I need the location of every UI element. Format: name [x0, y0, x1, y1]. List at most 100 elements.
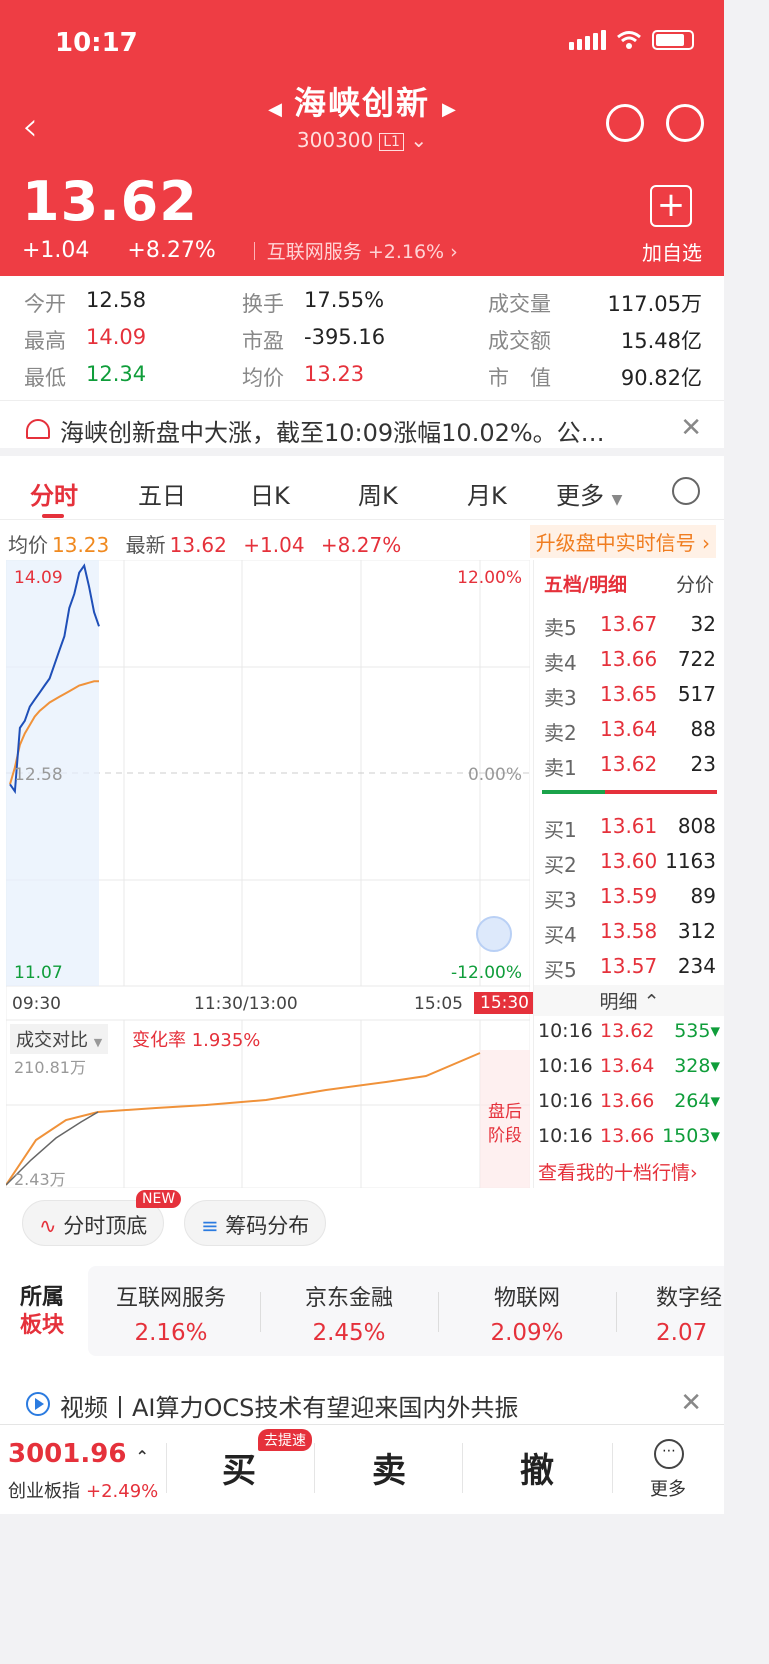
settings-gear-icon[interactable]: [672, 477, 700, 505]
video-text[interactable]: 视频丨AI算力OCS技术有望迎来国内外共振: [60, 1388, 518, 1423]
chip-distribution-button[interactable]: ≡ 筹码分布: [184, 1200, 327, 1246]
upgrade-signal-button[interactable]: 升级盘中实时信号 ›: [529, 525, 716, 558]
add-watchlist-label[interactable]: 加自选: [642, 237, 702, 266]
add-watchlist-button[interactable]: +: [650, 185, 692, 227]
my-ten-levels-link[interactable]: 查看我的十档行情›: [538, 1158, 698, 1185]
close-icon[interactable]: ✕: [680, 1388, 702, 1418]
stock-header: 10:17 ‹ ◀ 海峡创新 ▶ 300300 L1 ⌄ 13.62 +1.04 +8…: [0, 0, 724, 276]
cancel-order-button[interactable]: 撤: [520, 1443, 554, 1492]
ask-row-1: 卖1 13.62 23: [544, 752, 716, 780]
bid-ask-ratio-bar: [542, 790, 717, 794]
x-tick-after: 15:30: [474, 992, 535, 1014]
prev-stock-icon[interactable]: ◀: [268, 99, 282, 120]
trend-icon: ∿: [39, 1214, 57, 1238]
tab-five-levels[interactable]: 五档/明细: [544, 570, 627, 597]
more-label[interactable]: 更多: [650, 1475, 686, 1501]
x-tick-close: 15:05: [414, 994, 463, 1014]
chart-svg: [5, 559, 531, 1189]
tab-price-distribution[interactable]: 分价: [676, 570, 714, 597]
bell-icon: [26, 419, 50, 439]
y-high-label: 14.09: [14, 568, 63, 588]
speed-up-badge[interactable]: 去提速: [258, 1429, 312, 1451]
industry-link[interactable]: 互联网服务 +2.16% ›: [267, 237, 458, 264]
current-price: 13.62: [22, 170, 198, 233]
y-mid-label: 12.58: [14, 765, 63, 785]
next-stock-icon[interactable]: ▶: [442, 99, 456, 120]
change-rate: 变化率 1.935%: [132, 1030, 261, 1051]
chevron-up-icon: ⌃: [643, 991, 660, 1013]
bid-row-5: 买5 13.57 234: [544, 954, 716, 982]
sector-label: 所属 板块: [20, 1285, 65, 1338]
status-icons: [569, 30, 694, 50]
news-banner[interactable]: 海峡创新盘中大涨，截至10:09涨幅10.02%。公… ✕: [0, 400, 724, 456]
sector-divider: [260, 1292, 261, 1332]
chevron-down-icon: ⌄: [410, 128, 428, 152]
close-icon[interactable]: ✕: [680, 413, 702, 443]
stock-code: 300300: [296, 128, 374, 152]
bid-row-1: 买1 13.61 808: [544, 814, 716, 842]
tab-monthly-k[interactable]: 月K: [467, 476, 507, 511]
sector-item[interactable]: 数字经 2.07: [656, 1280, 724, 1346]
bottom-action-bar: 3001.96 ⌃ 创业板指 +2.49% 买 去提速 卖 撤 ⋯ 更多: [0, 1424, 724, 1514]
stat-amount: 成交额 15.48亿: [488, 329, 702, 353]
stat-open: 今开 12.58: [24, 288, 147, 316]
status-time: 10:17: [55, 28, 138, 58]
divider: [612, 1443, 613, 1493]
level-badge: L1: [379, 132, 404, 151]
stat-avg: 均价 13.23: [242, 362, 365, 390]
price-change-pct: +8.27%: [127, 238, 216, 263]
after-hours-label: 盘后阶段: [488, 1102, 522, 1146]
stats-panel[interactable]: 今开 12.58 最高 14.09 最低 12.34 换手 17.55% 市盈 -395.…: [0, 284, 724, 394]
tab-more[interactable]: 更多 ▼: [556, 476, 622, 511]
divider: [314, 1443, 315, 1493]
stat-market-cap: 市 值 90.82亿: [488, 366, 702, 390]
stock-name: 海峡创新: [293, 84, 430, 122]
battery-icon: [652, 30, 694, 50]
index-value[interactable]: 3001.96 ⌃: [8, 1439, 149, 1469]
wifi-icon: [617, 31, 641, 49]
play-icon: [26, 1392, 50, 1416]
trade-row: 10:16 13.66 264▾: [538, 1090, 720, 1112]
new-badge: NEW: [136, 1190, 182, 1208]
change-line: +1.04 +8.27% 互联网服务 +2.16% ›: [22, 237, 458, 264]
index-name: 创业板指 +2.49%: [8, 1481, 159, 1502]
ask-row-4: 卖4 13.66 722: [544, 647, 716, 675]
sector-item[interactable]: 互联网服务 2.16%: [86, 1280, 256, 1346]
tab-intraday[interactable]: 分时: [30, 476, 78, 511]
tab-five-day[interactable]: 五日: [138, 476, 186, 511]
intraday-info: 均价 13.23 最新 13.62 +1.04 +8.27%: [8, 533, 402, 557]
refresh-icon[interactable]: [606, 104, 644, 142]
bid-row-3: 买3 13.59 89: [544, 884, 716, 912]
bid-row-4: 买4 13.58 312: [544, 919, 716, 947]
volume-top-label: 210.81万: [14, 1058, 86, 1077]
stat-low: 最低 12.34: [24, 362, 147, 390]
y-low-label: 11.07: [14, 963, 63, 983]
stat-pe: 市盈 -395.16: [242, 325, 386, 353]
pct-high-label: 12.00%: [457, 568, 522, 588]
order-book: 五档/明细 分价 卖5 13.67 32 卖4 13.66 722 卖3 13.65 517…: [533, 560, 724, 1188]
tab-weekly-k[interactable]: 周K: [358, 476, 398, 511]
intraday-chart[interactable]: 14.09 12.58 11.07 12.00% 0.00% -12.00% 0…: [5, 559, 535, 1189]
sell-button[interactable]: 卖: [372, 1443, 406, 1492]
fullscreen-icon[interactable]: [476, 916, 512, 952]
ask-row-3: 卖3 13.65 517: [544, 682, 716, 710]
volume-compare-dropdown[interactable]: 成交对比 ▼: [10, 1024, 109, 1054]
tab-daily-k[interactable]: 日K: [250, 476, 290, 511]
x-tick-mid: 11:30/13:00: [194, 994, 298, 1014]
buy-button[interactable]: 买: [222, 1443, 256, 1492]
sector-divider: [438, 1292, 439, 1332]
trade-row: 10:16 13.64 328▾: [538, 1055, 720, 1077]
video-banner[interactable]: 视频丨AI算力OCS技术有望迎来国内外共振 ✕: [0, 1378, 724, 1426]
pct-low-label: -12.00%: [451, 963, 522, 983]
stock-detail-page: 10:17 ‹ ◀ 海峡创新 ▶ 300300 L1 ⌄ 13.62 +1.04 +8…: [0, 0, 724, 1664]
more-icon[interactable]: ⋯: [654, 1439, 684, 1469]
sector-divider: [616, 1292, 617, 1332]
x-tick-open: 09:30: [12, 994, 61, 1014]
ask-row-2: 卖2 13.64 88: [544, 717, 716, 745]
sector-item[interactable]: 京东金融 2.45%: [264, 1280, 434, 1346]
search-icon[interactable]: [666, 104, 704, 142]
sector-item[interactable]: 物联网 2.09%: [442, 1280, 612, 1346]
bid-row-2: 买2 13.60 1163: [544, 849, 716, 877]
detail-toggle[interactable]: 明细 ⌃: [534, 985, 724, 1016]
news-text[interactable]: 海峡创新盘中大涨，截至10:09涨幅10.02%。公…: [60, 413, 605, 448]
